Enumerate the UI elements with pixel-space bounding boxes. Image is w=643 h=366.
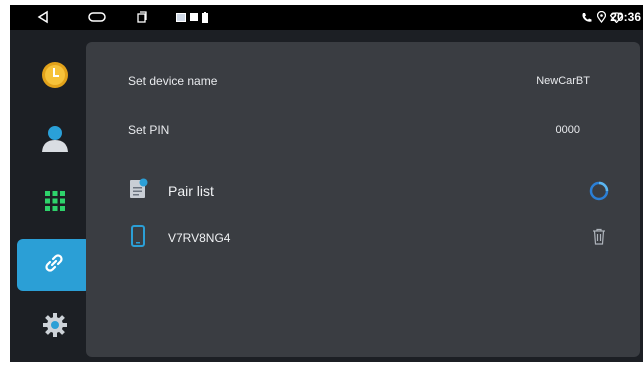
sidebar-item-contacts[interactable]	[20, 115, 90, 165]
pin-value[interactable]: 0000	[556, 124, 580, 136]
device-name-label[interactable]: Set device name	[128, 74, 217, 88]
back-icon[interactable]	[36, 9, 50, 25]
phone-device-icon	[131, 225, 145, 252]
pin-label[interactable]: Set PIN	[128, 123, 169, 137]
sidebar-item-settings[interactable]	[20, 302, 90, 352]
location-icon	[597, 9, 606, 25]
phone-icon	[581, 9, 592, 25]
battery-icon	[202, 9, 208, 25]
sidebar-item-clock[interactable]	[20, 52, 90, 102]
paired-device-name[interactable]: V7RV8NG4	[168, 231, 230, 245]
pair-list-title: Pair list	[168, 183, 214, 199]
device-name-value[interactable]: NewCarBT	[536, 75, 590, 87]
sidebar-item-link[interactable]	[17, 239, 91, 291]
pair-list-icon	[130, 178, 148, 203]
refresh-icon[interactable]	[589, 181, 609, 206]
gear-icon	[42, 312, 68, 343]
home-icon[interactable]	[88, 9, 106, 25]
trash-icon[interactable]	[592, 228, 606, 250]
status-bar: 20:36	[10, 5, 643, 30]
image-icon	[176, 9, 186, 25]
sidebar-item-dialpad[interactable]	[20, 178, 90, 228]
car-screen: 20:36 Set device name NewCarBT Set PIN 0…	[10, 5, 643, 362]
status-time: 20:36	[610, 10, 641, 24]
sidebar	[10, 30, 92, 362]
sim-icon	[190, 9, 198, 25]
contact-icon	[40, 123, 70, 158]
dialpad-icon	[44, 190, 66, 217]
bluetooth-settings-panel: Set device name NewCarBT Set PIN 0000 Pa…	[86, 42, 640, 357]
recents-icon[interactable]	[136, 9, 148, 25]
link-icon	[41, 250, 67, 281]
clock-icon	[41, 61, 69, 94]
